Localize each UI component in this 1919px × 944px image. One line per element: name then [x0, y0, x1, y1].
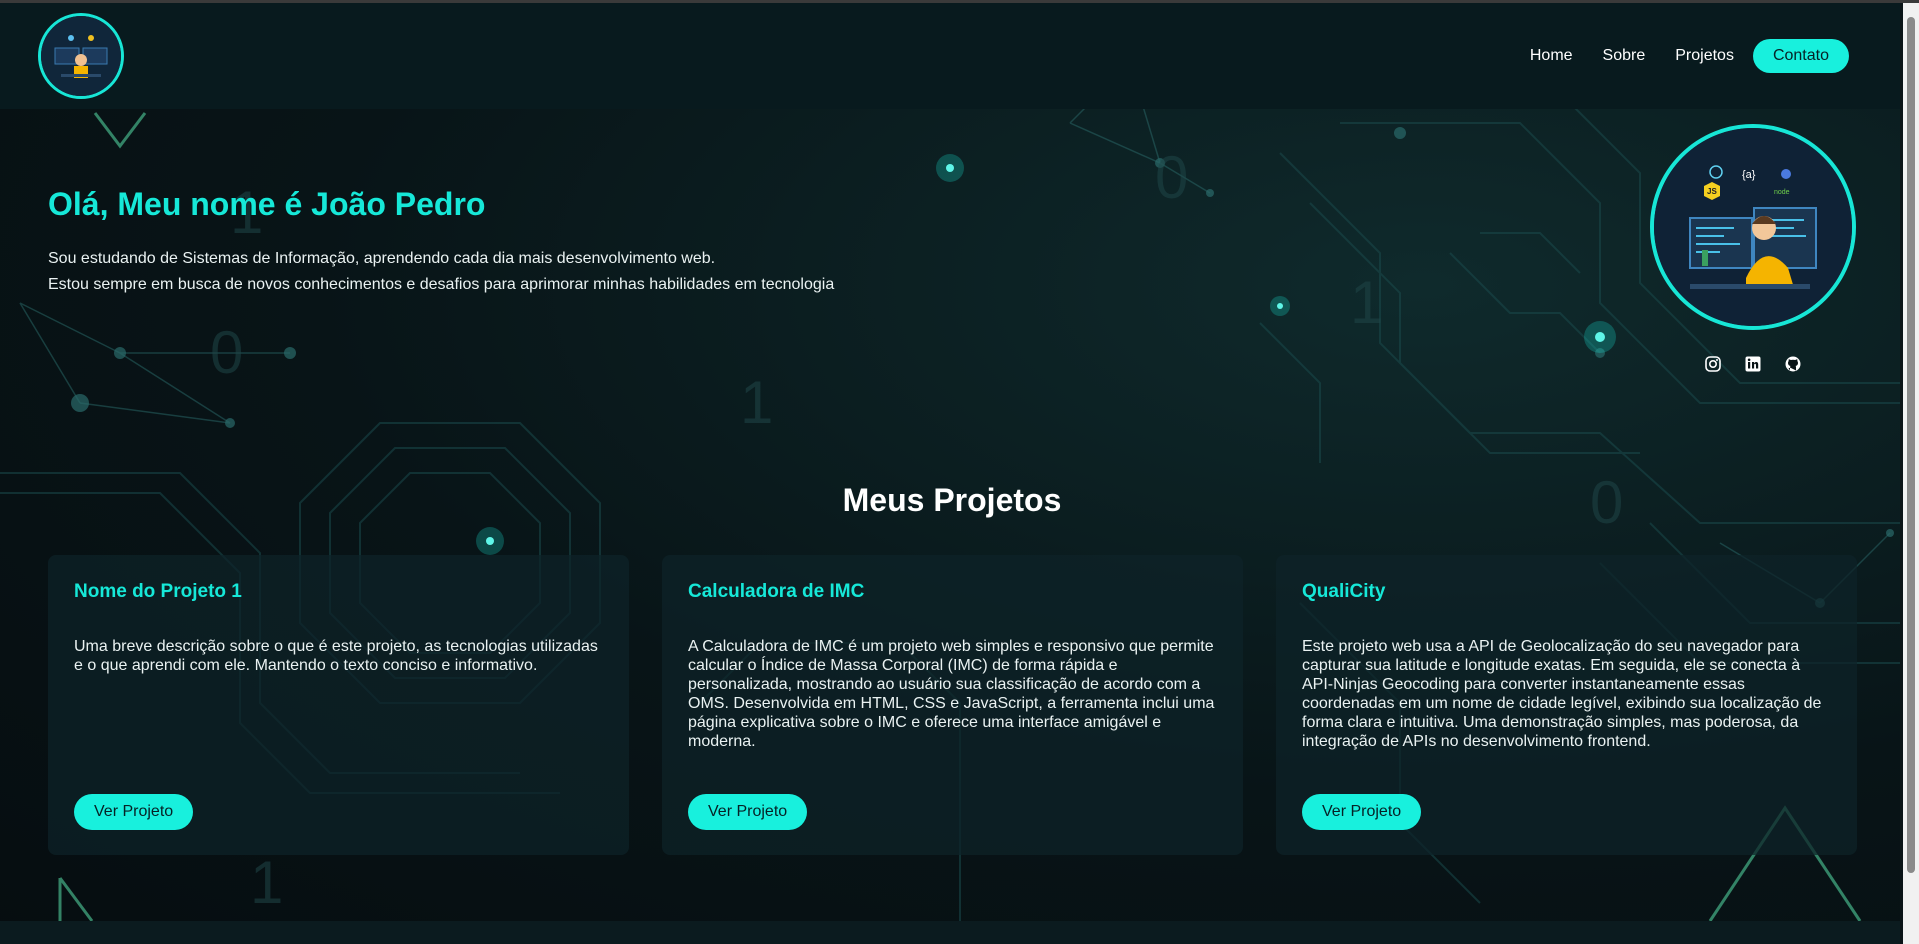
project-card-description: A Calculadora de IMC é um projeto web si… [688, 638, 1215, 750]
project-card-3: QualiCity Este projeto web usa a API de … [1276, 555, 1857, 855]
project-card-2: Calculadora de IMC A Calculadora de IMC … [662, 555, 1243, 855]
nav-home[interactable]: Home [1530, 46, 1573, 66]
project-card-title: Nome do Projeto 1 [74, 581, 242, 602]
ver-projeto-button[interactable]: Ver Projeto [1302, 794, 1422, 830]
svg-text:1: 1 [1350, 269, 1383, 336]
project-card-title: Calculadora de IMC [688, 581, 865, 602]
node-badge: node [1774, 189, 1790, 196]
hero-line-2: Estou sempre em busca de novos conhecime… [48, 276, 835, 293]
js-badge: JS [1707, 187, 1717, 196]
hero-title: Olá, Meu nome é João Pedro [48, 186, 486, 222]
page-scrollbar[interactable] [1903, 3, 1919, 944]
project-card-description: Uma breve descrição sobre o que é este p… [74, 638, 598, 674]
svg-text:1: 1 [250, 849, 283, 916]
ver-projeto-button[interactable]: Ver Projeto [688, 794, 808, 830]
project-card-description: Este projeto web usa a API de Geolocaliz… [1302, 638, 1822, 750]
nav-projetos[interactable]: Projetos [1675, 46, 1734, 66]
svg-text:1: 1 [740, 369, 773, 436]
main-nav: Home Sobre Projetos Contato [1500, 39, 1849, 73]
profile-avatar: JS {a} node [1650, 124, 1856, 330]
linkedin-icon[interactable] [1744, 355, 1762, 373]
contact-button[interactable]: Contato [1752, 39, 1849, 73]
project-card-title: QualiCity [1302, 581, 1386, 602]
github-icon[interactable] [1784, 355, 1802, 373]
site-header: Home Sobre Projetos Contato [0, 3, 1900, 109]
svg-text:0: 0 [1155, 144, 1188, 211]
social-links [1704, 355, 1802, 373]
svg-text:0: 0 [210, 319, 243, 386]
developer-logo-icon [41, 16, 121, 96]
developer-avatar-icon: JS {a} node [1654, 128, 1852, 326]
hero-description: Sou estudando de Sistemas de Informação,… [48, 246, 878, 298]
braces-badge: {a} [1742, 169, 1756, 181]
scrollbar-thumb[interactable] [1907, 17, 1915, 873]
instagram-icon[interactable] [1704, 355, 1722, 373]
projects-section-title: Meus Projetos [842, 482, 1062, 518]
ver-projeto-button[interactable]: Ver Projeto [74, 794, 194, 830]
logo[interactable] [38, 13, 124, 99]
project-card-1: Nome do Projeto 1 Uma breve descrição so… [48, 555, 629, 855]
hero-line-1: Sou estudando de Sistemas de Informação,… [48, 250, 716, 267]
footer [0, 921, 1900, 944]
nav-sobre[interactable]: Sobre [1603, 46, 1646, 66]
